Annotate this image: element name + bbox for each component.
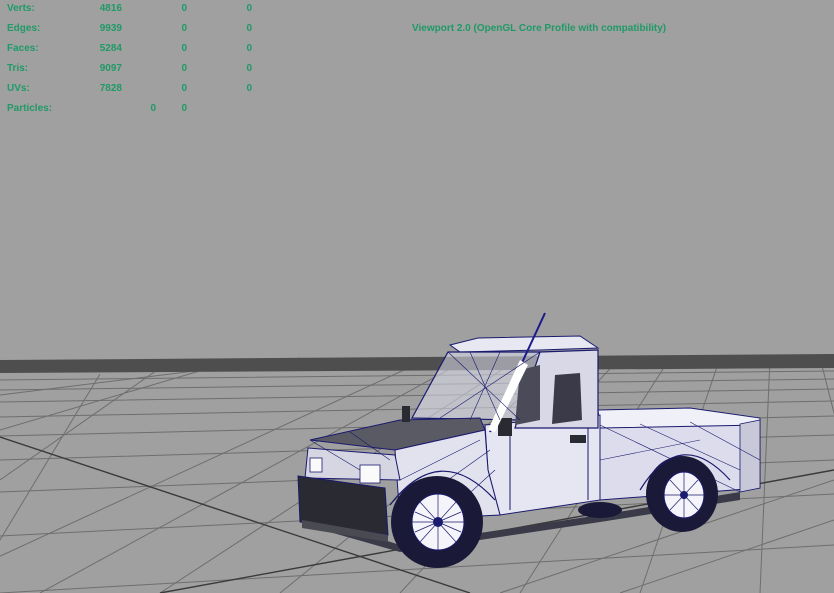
hud-value: 0 <box>150 103 156 114</box>
hud-row-faces: Faces: 5284 0 0 <box>0 43 260 63</box>
truck-far-wheel <box>578 502 622 518</box>
hud-value: 4816 <box>99 3 122 14</box>
truck-headlight-left <box>309 457 323 473</box>
truck-headlight-right <box>359 464 381 484</box>
hud-value: 0 <box>181 43 187 54</box>
hud-label: Verts: <box>7 3 35 14</box>
truck-cab-roof <box>448 335 600 353</box>
hud-value: 0 <box>181 63 187 74</box>
hud-value: 0 <box>246 23 252 34</box>
truck-bed-top <box>597 407 761 429</box>
grid-horizon <box>0 354 834 373</box>
hud-row-verts: Verts: 4816 0 0 <box>0 3 260 23</box>
maya-viewport[interactable]: Verts: 4816 0 0 Edges: 9939 0 0 Faces: 5… <box>0 0 834 593</box>
hud-label: Tris: <box>7 63 29 74</box>
hud-row-edges: Edges: 9939 0 0 <box>0 23 260 43</box>
hud-value: 0 <box>246 3 252 14</box>
renderer-label: Viewport 2.0 (OpenGL Core Profile with c… <box>412 23 667 34</box>
hud-row-uvs: UVs: 7828 0 0 <box>0 83 260 103</box>
hud-value: 0 <box>246 63 252 74</box>
truck-bed-rear-shadow <box>739 419 761 493</box>
truck-seat <box>552 373 582 424</box>
hud-label: Particles: <box>7 103 53 114</box>
truck-model[interactable] <box>297 312 761 568</box>
hud-value: 0 <box>246 43 252 54</box>
truck-front-mirror <box>402 406 410 422</box>
hud-row-tris: Tris: 9097 0 0 <box>0 63 260 83</box>
hud-label: Edges: <box>7 23 41 34</box>
hud-value: 9939 <box>99 23 122 34</box>
hud-label: UVs: <box>7 83 30 94</box>
hud-value: 7828 <box>99 83 122 94</box>
hud-label: Faces: <box>7 43 39 54</box>
truck-door-handle <box>570 435 586 443</box>
hud-value: 9097 <box>99 63 122 74</box>
hud-row-particles: Particles: 0 0 <box>0 103 260 123</box>
hud-value: 0 <box>181 3 187 14</box>
hud-value: 0 <box>181 103 187 114</box>
hud-value: 5284 <box>99 43 122 54</box>
truck-rear-wheel <box>646 456 718 532</box>
hud-value: 0 <box>181 83 187 94</box>
hud-value: 0 <box>246 83 252 94</box>
poly-count-hud: Verts: 4816 0 0 Edges: 9939 0 0 Faces: 5… <box>0 3 260 123</box>
truck-front-wheel <box>391 476 483 568</box>
hud-value: 0 <box>181 23 187 34</box>
